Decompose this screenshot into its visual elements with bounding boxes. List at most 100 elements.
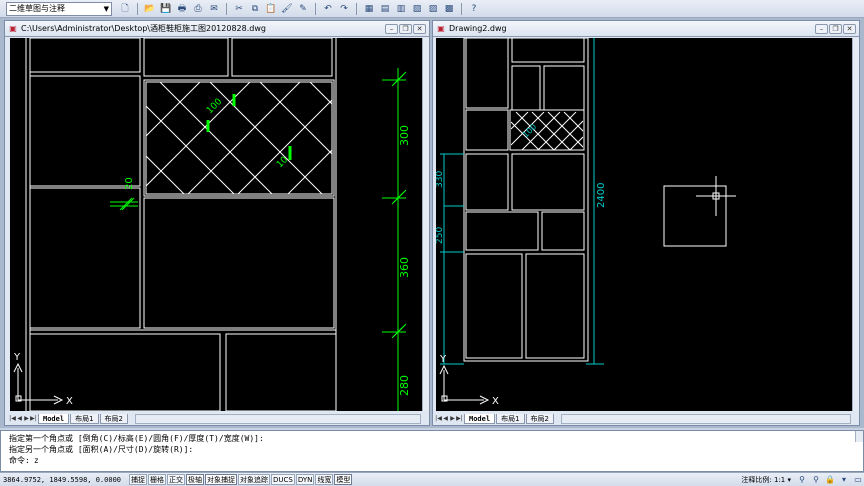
tab-layout1[interactable]: 布局1	[70, 413, 99, 424]
minimize-button[interactable]: –	[815, 23, 828, 34]
coordinate-readout[interactable]: 3864.9752, 1849.5598, 0.0000	[3, 476, 121, 484]
cut-icon[interactable]: ✂	[232, 2, 246, 16]
dim-330-label: 330	[436, 171, 445, 188]
sheet-set-icon[interactable]: ▧	[410, 2, 424, 16]
paste-icon[interactable]: 📋	[264, 2, 278, 16]
command-prompt: 命令:	[9, 456, 30, 465]
status-toggle-button[interactable]: 模型	[334, 474, 353, 485]
status-toggle-button[interactable]: 正交	[167, 474, 186, 485]
toolbar-separator	[461, 2, 462, 15]
help-icon[interactable]: ?	[467, 2, 481, 16]
status-toggle-button[interactable]: 极轴	[186, 474, 205, 485]
match-properties-icon[interactable]: 🖌	[280, 2, 294, 16]
annotation-scale[interactable]: 注释比例: 1:1 ▾	[741, 475, 791, 485]
tab-layout2[interactable]: 布局2	[99, 413, 129, 424]
last-tab-icon[interactable]: ▶|	[30, 414, 37, 423]
close-button[interactable]: ✕	[843, 23, 856, 34]
undo-icon[interactable]: ↶	[321, 2, 335, 16]
annotation-visibility-icon[interactable]: ⚲	[796, 474, 808, 486]
publish-icon[interactable]: ✉	[207, 2, 221, 16]
lattice-rack	[146, 82, 332, 194]
ucs-y-label: Y	[13, 352, 21, 363]
dim-280-label: 280	[398, 375, 411, 396]
prev-tab-icon[interactable]: ◀	[16, 414, 23, 423]
status-toggle-button[interactable]: 对象捕捉	[205, 474, 238, 485]
drawing-window-right[interactable]: ▣ Drawing2.dwg – ❐ ✕ 2400 330 250 100 Y …	[432, 20, 860, 426]
last-tab-icon[interactable]: ▶|	[456, 414, 463, 423]
first-tab-icon[interactable]: |◀	[9, 414, 16, 423]
dim-10-label: 10	[275, 155, 290, 170]
model-space-canvas-right[interactable]: 2400 330 250 100 Y X	[436, 38, 852, 411]
close-button[interactable]: ✕	[413, 23, 426, 34]
dim-20-label: 20	[124, 177, 135, 190]
ucs-x-label: X	[492, 396, 499, 407]
toolbar-separator	[137, 2, 138, 15]
ucs-icon	[439, 364, 490, 405]
vertical-scrollbar[interactable]	[422, 38, 429, 411]
horizontal-scrollbar[interactable]	[561, 414, 851, 424]
toolbar-buttons: 🗋 📂 💾 🖶 ⎙ ✉ ✂ ⧉ 📋 🖌 ✎ ↶ ↷ ▦ ▤ ▥ ▧ ▨ ▩?	[118, 2, 481, 16]
command-history-line: 指定另一个角点或 [面积(A)/尺寸(D)/旋转(R)]:	[9, 445, 194, 454]
dwg-file-icon: ▣	[437, 23, 445, 33]
workspace-dropdown[interactable]: 二维草图与注释 ▼	[6, 1, 112, 16]
command-scrollbar[interactable]	[855, 431, 863, 442]
drawing-window-right-title: Drawing2.dwg	[449, 24, 507, 33]
new-file-icon[interactable]: 🗋	[118, 2, 132, 16]
status-toggle-button[interactable]: 捕捉	[129, 474, 148, 485]
command-line-window: 指定第一个角点或 [倒角(C)/标高(E)/圆角(F)/厚度(T)/宽度(W)]…	[0, 430, 864, 472]
vertical-scrollbar[interactable]	[852, 38, 859, 411]
properties-icon[interactable]: ▦	[362, 2, 376, 16]
drawing-window-left[interactable]: ▣ C:\Users\Administrator\Desktop\酒柜鞋柜施工图…	[4, 20, 430, 426]
lock-icon[interactable]: 🔒	[824, 474, 836, 486]
print-icon[interactable]: 🖶	[175, 2, 189, 16]
dim-250-label: 250	[436, 227, 445, 244]
clean-screen-icon[interactable]: ▭	[852, 474, 864, 486]
redo-icon[interactable]: ↷	[337, 2, 351, 16]
toolbar-separator	[356, 2, 357, 15]
tab-model[interactable]: Model	[38, 413, 70, 424]
status-toggle-button[interactable]: DUCS	[271, 474, 295, 485]
tool-palettes-icon[interactable]: ▥	[394, 2, 408, 16]
status-bar: 3864.9752, 1849.5598, 0.0000 捕捉 栅格 正交 极轴 对象捕…	[0, 472, 864, 486]
status-toggle-button[interactable]: 对象追踪	[238, 474, 271, 485]
tab-layout1[interactable]: 布局1	[496, 413, 525, 424]
status-toggle-button[interactable]: 栅格	[148, 474, 167, 485]
model-space-canvas-left[interactable]: 300 360 280 100 10 20 Y X	[10, 38, 424, 411]
first-tab-icon[interactable]: |◀	[435, 414, 442, 423]
tab-layout2[interactable]: 布局2	[525, 413, 555, 424]
horizontal-scrollbar[interactable]	[135, 414, 421, 424]
dim-360-label: 360	[398, 257, 411, 278]
restore-button[interactable]: ❐	[399, 23, 412, 34]
standard-toolbar: 二维草图与注释 ▼ 🗋 📂 💾 🖶 ⎙ ✉ ✂ ⧉ 📋 🖌 ✎ ↶ ↷ ▦ ▤ ▥ ▧ ▨ ▩?	[0, 0, 864, 18]
calculator-icon[interactable]: ▩	[442, 2, 456, 16]
status-toggle-button[interactable]: DYN	[295, 474, 315, 485]
drawing-window-right-titlebar[interactable]: ▣ Drawing2.dwg – ❐ ✕	[433, 21, 859, 37]
command-input[interactable]: 命令: z	[9, 455, 855, 466]
markup-icon[interactable]: ▨	[426, 2, 440, 16]
block-editor-icon[interactable]: ✎	[296, 2, 310, 16]
dwg-file-icon: ▣	[9, 23, 17, 33]
dim-100-label: 100	[205, 97, 224, 116]
auto-scale-icon[interactable]: ⚲	[810, 474, 822, 486]
copy-icon[interactable]: ⧉	[248, 2, 262, 16]
open-folder-icon[interactable]: 📂	[143, 2, 157, 16]
minimize-button[interactable]: –	[385, 23, 398, 34]
cabinet-drawing-left: 300 360 280 100 10 20 Y X	[13, 38, 411, 411]
tray-settings-icon[interactable]: ▾	[838, 474, 850, 486]
toolbar-separator	[315, 2, 316, 15]
save-icon[interactable]: 💾	[159, 2, 173, 16]
tab-model[interactable]: Model	[464, 413, 496, 424]
plot-preview-icon[interactable]: ⎙	[191, 2, 205, 16]
next-tab-icon[interactable]: ▶	[449, 414, 456, 423]
drawing-window-left-titlebar[interactable]: ▣ C:\Users\Administrator\Desktop\酒柜鞋柜施工图…	[5, 21, 429, 37]
autocad-window: 二维草图与注释 ▼ 🗋 📂 💾 🖶 ⎙ ✉ ✂ ⧉ 📋 🖌 ✎ ↶ ↷ ▦ ▤ ▥ ▧ ▨ ▩? ▣ C:\User…	[0, 0, 864, 486]
status-toggle-button[interactable]: 线宽	[315, 474, 334, 485]
prev-tab-icon[interactable]: ◀	[442, 414, 449, 423]
dim-300-label: 300	[398, 125, 411, 146]
next-tab-icon[interactable]: ▶	[23, 414, 30, 423]
ucs-icon	[13, 362, 64, 405]
design-center-icon[interactable]: ▤	[378, 2, 392, 16]
restore-button[interactable]: ❐	[829, 23, 842, 34]
command-history-line: 指定第一个角点或 [倒角(C)/标高(E)/圆角(F)/厚度(T)/宽度(W)]…	[9, 434, 264, 443]
ucs-y-label: Y	[439, 354, 447, 365]
